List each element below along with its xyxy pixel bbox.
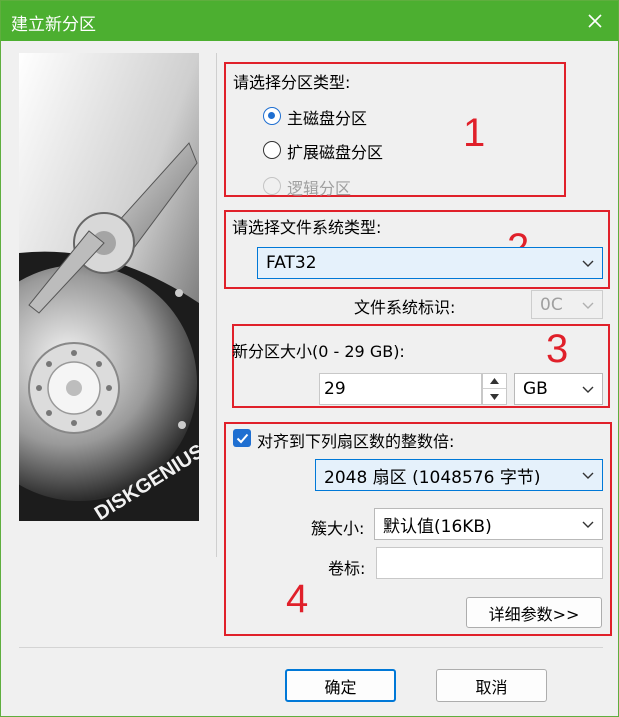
chevron-down-icon [582, 521, 594, 528]
align-sectors-checkbox[interactable] [233, 429, 251, 447]
volume-label-label: 卷标: [328, 559, 366, 578]
stepper-up-button[interactable] [483, 374, 506, 389]
window-title: 建立新分区 [11, 15, 96, 35]
title-bar: 建立新分区 [1, 1, 618, 41]
stepper-down-button[interactable] [483, 389, 506, 404]
filesystem-type-label: 请选择文件系统类型: [232, 218, 382, 237]
annotation-number-3: 3 [546, 327, 569, 371]
partition-size-stepper[interactable] [482, 373, 507, 405]
chevron-down-icon [582, 260, 594, 267]
annotation-number-1: 1 [463, 111, 486, 155]
close-button[interactable] [572, 1, 618, 41]
filesystem-type-value: FAT32 [266, 253, 317, 273]
partition-size-value: 29 [324, 379, 346, 399]
bottom-divider [19, 647, 603, 648]
hard-disk-image: DISKGENIUS [19, 53, 199, 521]
vertical-divider [216, 53, 217, 557]
cluster-size-select[interactable]: 默认值(16KB) [374, 508, 603, 540]
partition-type-label: 请选择分区类型: [233, 73, 351, 92]
align-sectors-select[interactable]: 2048 扇区 (1048576 字节) [315, 459, 603, 491]
advanced-parameters-button[interactable]: 详细参数>> [466, 597, 602, 628]
chevron-down-icon [582, 302, 594, 309]
cancel-button[interactable]: 取消 [436, 669, 547, 702]
cluster-size-label: 簇大小: [311, 519, 365, 538]
ok-button[interactable]: 确定 [285, 669, 396, 702]
radio-extended-partition-label[interactable]: 扩展磁盘分区 [287, 139, 383, 163]
radio-primary-partition-label[interactable]: 主磁盘分区 [287, 105, 367, 129]
cluster-size-value: 默认值(16KB) [383, 516, 492, 537]
size-unit-select[interactable]: GB [514, 373, 603, 405]
chevron-down-icon [582, 472, 594, 479]
size-unit-value: GB [523, 379, 548, 399]
align-sectors-value: 2048 扇区 (1048576 字节) [324, 467, 541, 488]
caret-up-icon [490, 378, 499, 384]
radio-logical-partition-label: 逻辑分区 [287, 179, 352, 198]
partition-size-input[interactable]: 29 [319, 373, 482, 405]
close-icon [588, 14, 602, 28]
radio-extended-partition[interactable] [263, 141, 281, 159]
align-sectors-label[interactable]: 对齐到下列扇区数的整数倍: [257, 428, 454, 452]
check-icon [236, 433, 248, 443]
partition-size-label: 新分区大小(0 - 29 GB): [232, 342, 405, 361]
radio-primary-partition[interactable] [263, 107, 281, 125]
new-partition-dialog: 建立新分区 DISKGENIUS 1 请选择分区类型: 主磁盘分区 扩展磁盘分区… [0, 0, 619, 717]
filesystem-type-select[interactable]: FAT32 [257, 247, 603, 279]
radio-logical-partition [263, 177, 281, 195]
filesystem-id-value: 0C [540, 294, 563, 315]
volume-label-input[interactable] [376, 547, 603, 579]
annotation-number-4: 4 [286, 577, 309, 621]
caret-down-icon [490, 393, 499, 400]
filesystem-id-select: 0C [531, 290, 603, 319]
chevron-down-icon [582, 386, 594, 393]
filesystem-id-label: 文件系统标识: [354, 298, 456, 317]
